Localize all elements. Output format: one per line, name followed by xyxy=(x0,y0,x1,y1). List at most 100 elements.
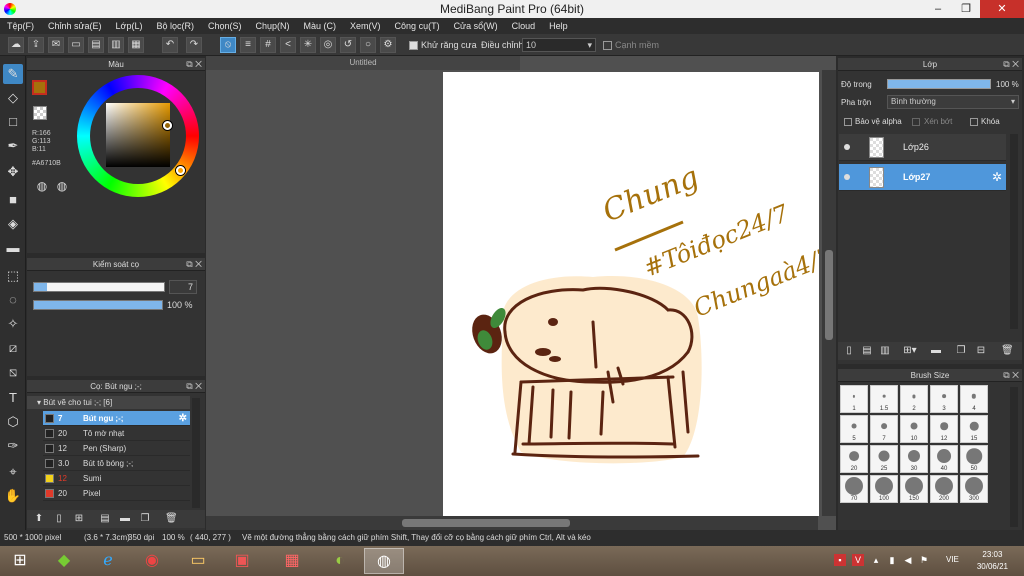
clipping-checkbox[interactable] xyxy=(912,118,920,126)
document-tab[interactable]: Untitled xyxy=(206,56,520,70)
medibang-task-icon[interactable]: ◍ xyxy=(364,548,404,574)
brush-list-scrollbar[interactable] xyxy=(192,398,200,508)
page-icon[interactable]: ▤ xyxy=(88,37,104,53)
grid-icon[interactable]: ▦ xyxy=(128,37,144,53)
brush-size-cell[interactable]: 100 xyxy=(870,475,898,503)
pages-icon[interactable]: ▥ xyxy=(108,37,124,53)
brush-size-cell[interactable]: 10 xyxy=(900,415,928,443)
panel-buttons[interactable]: ⧉ ✕ xyxy=(186,258,202,271)
brush-size-cell[interactable]: 1 xyxy=(840,385,868,413)
bluestacks-icon[interactable]: ◆ xyxy=(44,548,84,574)
share-icon[interactable]: ⇪ xyxy=(28,37,44,53)
menu-layer[interactable]: Lớp(L) xyxy=(109,18,150,34)
antialias-checkbox[interactable] xyxy=(409,41,418,50)
layer-folder-icon[interactable]: ▬ xyxy=(930,345,942,357)
magic-wand-icon[interactable]: ✧ xyxy=(3,314,23,334)
brush-size-cell[interactable]: 30 xyxy=(900,445,928,473)
brush-size-slider[interactable] xyxy=(33,282,165,292)
menu-window[interactable]: Cửa sổ(W) xyxy=(447,18,505,34)
brush-size-cell[interactable]: 12 xyxy=(930,415,958,443)
tray-volume-icon[interactable]: ◀ xyxy=(902,554,914,566)
gear-icon[interactable]: ✲ xyxy=(992,170,1002,184)
menu-edit[interactable]: Chỉnh sửa(E) xyxy=(41,18,109,34)
eye-icon[interactable] xyxy=(844,174,850,180)
picker-tool-icon[interactable]: ⌖ xyxy=(3,462,23,482)
vanish-snap-icon[interactable]: < xyxy=(280,37,296,53)
brush-item[interactable]: 20 Pixel xyxy=(43,486,190,501)
select-eraser-icon[interactable]: ⧅ xyxy=(3,362,23,382)
clock[interactable]: 23:03 30/06/21 xyxy=(977,549,1008,573)
input-language[interactable]: VIE xyxy=(946,555,959,564)
palette-add-icon[interactable]: ◍ xyxy=(56,180,68,192)
divide-tool-icon[interactable]: ⬡ xyxy=(3,412,23,432)
brush-size-cell[interactable]: 300 xyxy=(960,475,988,503)
drawing-canvas[interactable]: Chung #Tôiđọc24/7 Chungaà4/7 xyxy=(443,72,838,516)
transparent-color-swatch[interactable] xyxy=(33,106,47,120)
cross-snap-icon[interactable]: # xyxy=(260,37,276,53)
brush-size-value[interactable]: 7 xyxy=(169,280,197,294)
protect-alpha-checkbox[interactable] xyxy=(844,118,852,126)
file-explorer-icon[interactable]: ▭ xyxy=(178,548,218,574)
tray-expand-icon[interactable]: ▴ xyxy=(870,554,882,566)
vertical-scrollbar[interactable] xyxy=(822,70,836,516)
app-icon[interactable]: ▦ xyxy=(272,548,312,574)
curve-snap-icon[interactable]: ↺ xyxy=(340,37,356,53)
add-layer-menu-icon[interactable]: ⊞▾ xyxy=(901,345,919,357)
brush-size-cell[interactable]: 3 xyxy=(930,385,958,413)
gear-icon[interactable]: ✲ xyxy=(179,411,187,426)
menu-filter[interactable]: Bộ lọc(R) xyxy=(149,18,201,34)
new-layer-icon[interactable]: ▯ xyxy=(843,345,855,357)
chrome-icon[interactable]: ◉ xyxy=(132,548,172,574)
fill-rect-tool-icon[interactable]: ■ xyxy=(3,190,23,210)
panel-buttons[interactable]: ⧉ ✕ xyxy=(1003,369,1019,382)
text-tool-icon[interactable]: T xyxy=(3,388,23,408)
tray-vivaldi-icon[interactable]: V xyxy=(852,554,864,566)
windows-start-icon[interactable]: ⊞ xyxy=(2,548,38,574)
lasso-select-icon[interactable]: ◌ xyxy=(3,290,23,310)
radial-snap-icon[interactable]: ✳ xyxy=(300,37,316,53)
brush-copy-icon[interactable]: ❐ xyxy=(139,513,151,525)
new-1bit-layer-icon[interactable]: ▥ xyxy=(879,345,891,357)
maximize-button[interactable]: ❐ xyxy=(952,0,980,18)
saturation-value-square[interactable] xyxy=(106,103,170,167)
panel-buttons[interactable]: ⧉ ✕ xyxy=(186,58,202,71)
snap-off-icon[interactable]: ⦸ xyxy=(220,37,236,53)
chat-icon[interactable]: ▭ xyxy=(68,37,84,53)
layer-opacity-slider[interactable] xyxy=(887,79,991,89)
trash-icon[interactable]: 🗑 xyxy=(1001,345,1014,357)
menu-view[interactable]: Xem(V) xyxy=(343,18,388,34)
move-tool-icon[interactable]: ✥ xyxy=(3,162,23,182)
brush-size-cell[interactable]: 50 xyxy=(960,445,988,473)
select-pen-icon[interactable]: ⧄ xyxy=(3,338,23,358)
cloud-icon[interactable]: ☁ xyxy=(8,37,24,53)
tray-network-icon[interactable]: ▮ xyxy=(886,554,898,566)
parallel-snap-icon[interactable]: ≡ xyxy=(240,37,256,53)
tray-app-icon[interactable]: ▪ xyxy=(834,554,846,566)
brush-size-cell[interactable]: 5 xyxy=(840,415,868,443)
brush-size-cell[interactable]: 20 xyxy=(840,445,868,473)
eye-icon[interactable] xyxy=(844,144,850,150)
menu-select[interactable]: Chọn(S) xyxy=(201,18,249,34)
brush-add-cloud-icon[interactable]: ⬆ xyxy=(33,513,45,525)
trash-icon[interactable]: 🗑 xyxy=(165,513,178,525)
brush-item[interactable]: 3.0 Bút tô bóng ;-; xyxy=(43,456,190,471)
lock-checkbox[interactable] xyxy=(970,118,978,126)
layer-row[interactable]: Lớp27 ✲ xyxy=(839,164,1006,191)
hue-marker[interactable] xyxy=(176,166,185,175)
rect-select-icon[interactable]: ⬚ xyxy=(3,266,23,286)
brush-size-cell[interactable]: 150 xyxy=(900,475,928,503)
horizontal-scroll-thumb[interactable] xyxy=(402,519,570,527)
brush-size-cell[interactable]: 40 xyxy=(930,445,958,473)
brush-size-cell[interactable]: 1.5 xyxy=(870,385,898,413)
horizontal-scrollbar[interactable] xyxy=(206,516,818,530)
duplicate-layer-icon[interactable]: ❐ xyxy=(955,345,967,357)
brush-item[interactable]: 12 Pen (Sharp) xyxy=(43,441,190,456)
gradient-tool-icon[interactable]: ▬ xyxy=(3,238,23,258)
brush-size-cell[interactable]: 15 xyxy=(960,415,988,443)
brush-size-cell[interactable]: 25 xyxy=(870,445,898,473)
layer-list-scrollbar[interactable] xyxy=(1010,134,1018,329)
brush-item[interactable]: 7 Bút ngu ;-; ✲ xyxy=(43,411,190,426)
brush-item[interactable]: 20 Tô mờ nhạt xyxy=(43,426,190,441)
brush-group[interactable]: ▾ Bút vẽ cho tui ;-; [6] xyxy=(27,396,190,409)
undo-icon[interactable]: ↶ xyxy=(162,37,178,53)
